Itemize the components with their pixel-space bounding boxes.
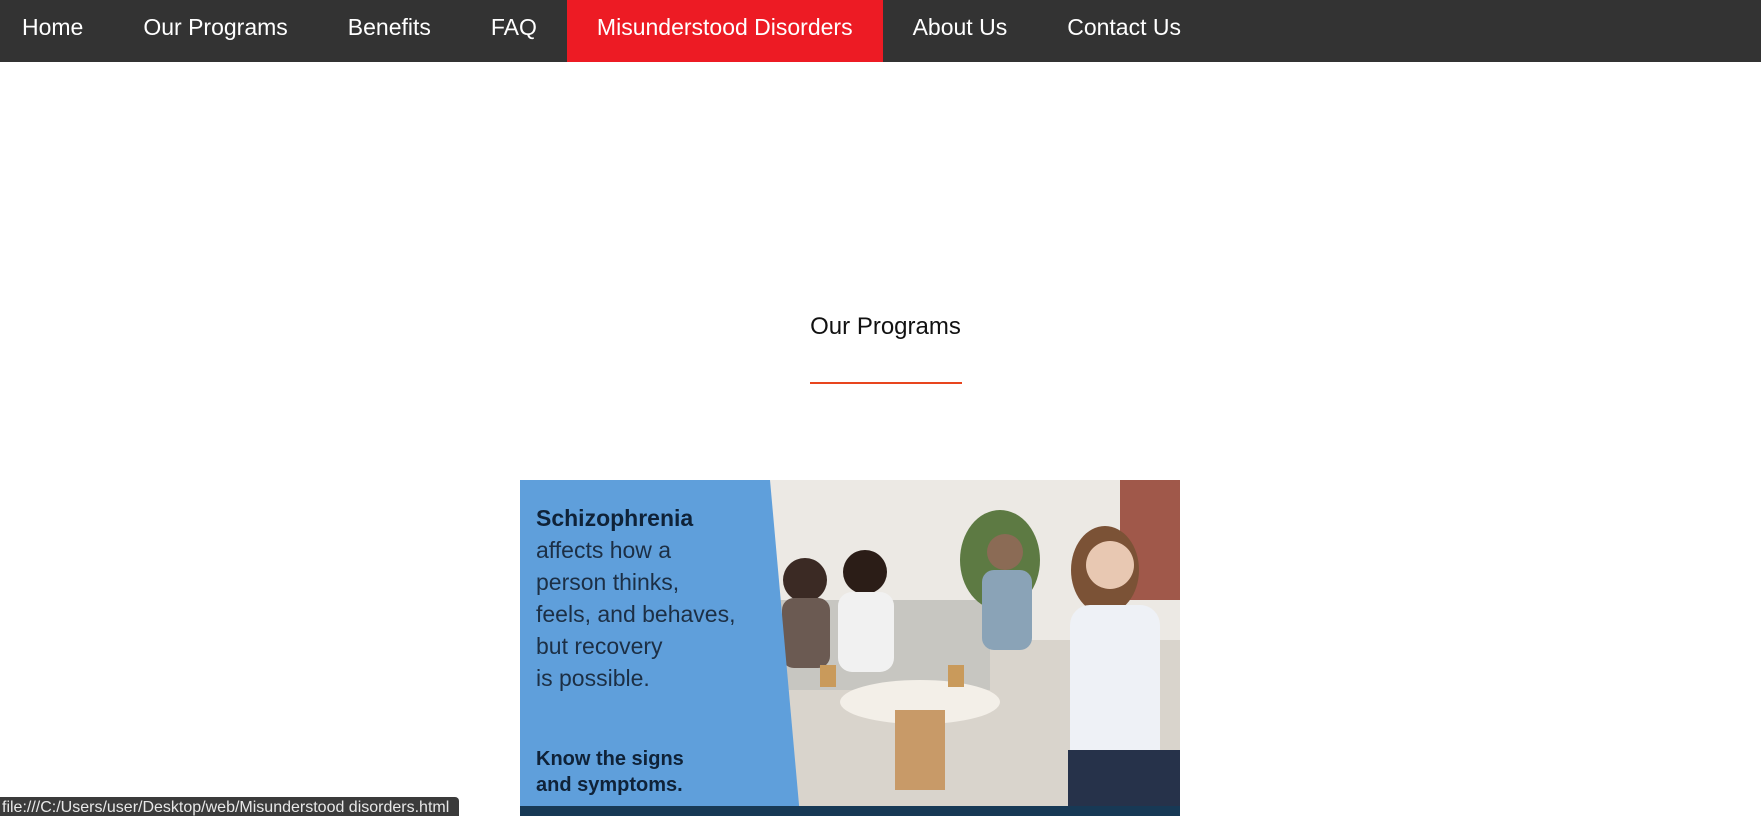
program-image-line-5: is possible. <box>536 665 650 691</box>
status-bar-url: file:///C:/Users/user/Desktop/web/Misund… <box>0 797 460 816</box>
title-underline <box>810 382 962 384</box>
nav-about-us[interactable]: About Us <box>883 0 1038 54</box>
page: Home Our Programs Benefits FAQ Misunders… <box>0 0 1761 816</box>
nav-home[interactable]: Home <box>0 0 113 54</box>
program-image-cta: Know the signs and symptoms. <box>536 746 776 798</box>
program-image-line-1: affects how a <box>536 537 672 563</box>
nav-contact-us[interactable]: Contact Us <box>1037 0 1211 54</box>
nav-faq[interactable]: FAQ <box>461 0 567 54</box>
program-image-cta-line-1: Know the signs <box>536 748 684 770</box>
program-image-line-3: feels, and behaves, <box>536 601 736 627</box>
program-image-line-4: but recovery <box>536 633 663 659</box>
program-image-cta-line-2: and symptoms. <box>536 774 683 796</box>
section-title: Our Programs <box>810 313 961 340</box>
program-image-headline: Schizophrenia affects how a person think… <box>536 502 776 694</box>
nav-misunderstood-disorders[interactable]: Misunderstood Disorders <box>566 0 883 62</box>
schizophrenia-program-image: Schizophrenia affects how a person think… <box>520 480 1180 816</box>
top-navbar: Home Our Programs Benefits FAQ Misunders… <box>0 0 1761 62</box>
nav-benefits[interactable]: Benefits <box>318 0 461 54</box>
nav-our-programs[interactable]: Our Programs <box>113 0 317 54</box>
program-image-line-2: person thinks, <box>536 569 680 595</box>
program-image-headline-bold: Schizophrenia <box>536 505 694 531</box>
